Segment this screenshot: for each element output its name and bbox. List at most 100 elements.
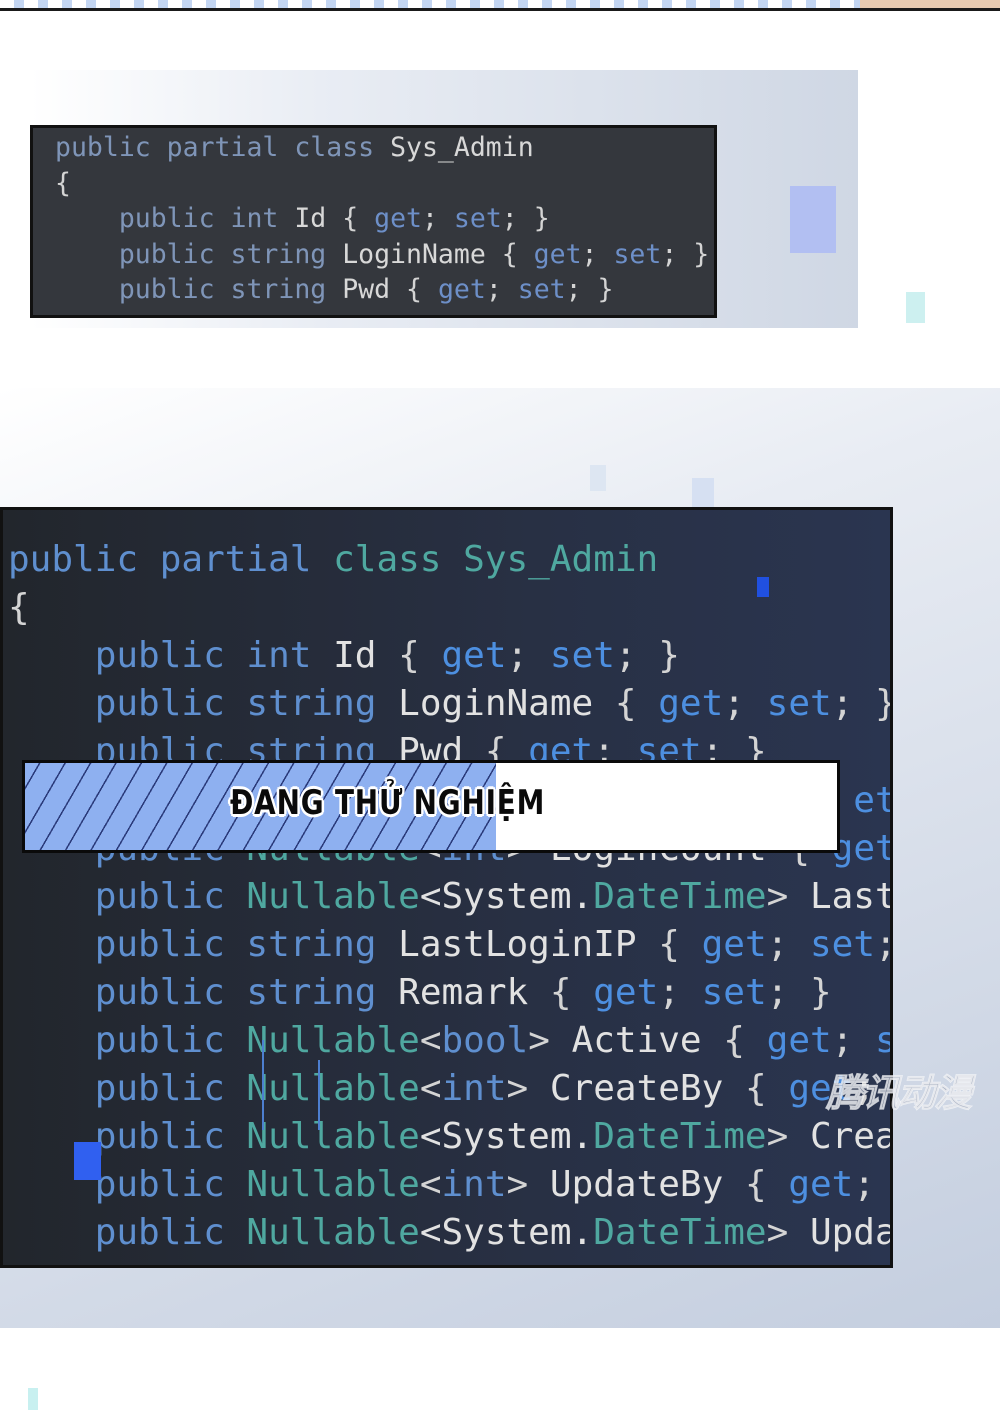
code-line: public Nullable<System.DateTime> Upda bbox=[3, 1209, 890, 1257]
code-token: { bbox=[723, 1020, 767, 1061]
code-line: public string LoginName { get; set; } bbox=[33, 237, 709, 273]
code-token: public int bbox=[55, 203, 295, 234]
publisher-watermark: 腾讯动漫 bbox=[825, 1071, 972, 1116]
code-token: Nullable bbox=[246, 1116, 420, 1158]
code-line: public partial class Sys_Admin bbox=[33, 130, 534, 166]
code-token: int bbox=[441, 1164, 507, 1206]
code-line: public Nullable<int> CreateBy { get; bbox=[3, 1065, 875, 1113]
code-token: get bbox=[831, 827, 893, 869]
code-token: { bbox=[549, 971, 594, 1013]
testing-progress-banner: ĐANG THỬ NGHIỆM bbox=[22, 760, 840, 853]
code-token: ; } bbox=[766, 971, 832, 1013]
code-token: set bbox=[453, 203, 502, 234]
code-token: ; } bbox=[614, 635, 680, 677]
code-token: set bbox=[613, 238, 662, 270]
code-token: ; bbox=[853, 1164, 876, 1206]
glitch-square bbox=[28, 1388, 38, 1410]
code-token: > bbox=[506, 1068, 550, 1110]
code-token: ; } bbox=[661, 238, 710, 270]
code-token: <System. bbox=[419, 1212, 594, 1254]
code-snippet-small: public partial class Sys_Admin{ public i… bbox=[30, 125, 717, 318]
code-token: { bbox=[406, 274, 438, 305]
glitch-square bbox=[757, 577, 769, 597]
glitch-square bbox=[590, 465, 606, 491]
code-line: public Nullable<bool> Active { get; s bbox=[3, 1017, 890, 1065]
code-token: ; bbox=[581, 238, 614, 270]
code-line: public Nullable<System.DateTime> Crea bbox=[3, 1113, 893, 1161]
code-token: ; } bbox=[565, 274, 614, 305]
code-token: get bbox=[374, 203, 422, 234]
top-panel-character-fragment bbox=[860, 0, 1000, 8]
code-token: Crea bbox=[809, 1116, 893, 1158]
code-line: public int Id { get; set; } bbox=[3, 632, 680, 680]
code-token: <System. bbox=[419, 1116, 594, 1158]
code-token: DateTime bbox=[593, 1116, 767, 1158]
code-token: > bbox=[766, 1212, 810, 1254]
code-token: public string bbox=[8, 683, 399, 725]
code-token: > bbox=[506, 1164, 550, 1206]
code-token: Sys_Admin bbox=[463, 539, 659, 580]
code-token: get bbox=[441, 635, 507, 677]
code-token: set bbox=[809, 923, 876, 965]
code-token: public bbox=[8, 1020, 247, 1061]
code-token: get bbox=[437, 274, 486, 305]
code-token: UpdateBy bbox=[549, 1164, 745, 1206]
code-token: Nullable bbox=[246, 1020, 420, 1061]
code-token: LoginName bbox=[398, 683, 615, 725]
code-token: Id bbox=[294, 203, 343, 234]
code-token: public string bbox=[55, 274, 343, 305]
code-token: > bbox=[766, 875, 810, 917]
glitch-square bbox=[790, 186, 836, 253]
code-token: public bbox=[8, 1164, 247, 1206]
code-line: { bbox=[3, 584, 30, 632]
code-token: ; bbox=[875, 924, 890, 965]
code-token: ; bbox=[766, 923, 810, 965]
code-line: { bbox=[33, 166, 71, 202]
code-token: Nullable bbox=[246, 1212, 420, 1254]
code-token: Id bbox=[333, 635, 399, 677]
code-snippet-large: public partial class Sys_Admin { public i… bbox=[0, 507, 893, 1268]
code-token: DateTime bbox=[593, 1212, 767, 1254]
code-token: CreateBy bbox=[549, 1068, 745, 1110]
code-token: { bbox=[501, 238, 534, 270]
code-token: Nullable bbox=[246, 875, 420, 917]
code-token: ; bbox=[485, 274, 518, 305]
code-token: ; } bbox=[501, 203, 550, 234]
code-token: public bbox=[8, 875, 247, 917]
code-token: get bbox=[766, 1020, 832, 1061]
code-token: > bbox=[766, 1116, 810, 1158]
code-token: { bbox=[744, 1164, 789, 1206]
code-token: get bbox=[788, 1164, 854, 1206]
code-token: { bbox=[744, 1068, 789, 1110]
code-line: public string Remark { get; set; } bbox=[3, 969, 832, 1017]
code-token: get bbox=[658, 683, 724, 725]
code-token: DateTime bbox=[593, 875, 767, 917]
code-token: public partial bbox=[8, 539, 334, 580]
code-token: LoginName bbox=[342, 238, 502, 270]
code-token: Pwd bbox=[342, 274, 407, 305]
code-token: ; bbox=[506, 635, 550, 677]
code-token: s bbox=[875, 1020, 890, 1061]
code-token: int bbox=[441, 1068, 507, 1110]
code-token: { bbox=[8, 587, 30, 629]
code-token: < bbox=[419, 1020, 442, 1061]
code-token: Sys_Admin bbox=[390, 132, 534, 163]
banner-title: ĐANG THỬ NGHIỆM bbox=[230, 783, 546, 823]
code-token: set bbox=[766, 683, 832, 725]
code-token: Remark bbox=[398, 971, 550, 1013]
code-token: public string bbox=[8, 971, 399, 1013]
code-token: set bbox=[701, 971, 767, 1013]
code-line: public string Pwd { get; set; } bbox=[33, 272, 614, 308]
code-token: public string bbox=[55, 238, 343, 270]
code-token: public bbox=[8, 1116, 247, 1158]
code-token: ; bbox=[723, 683, 767, 725]
code-token: Nullable bbox=[246, 1164, 420, 1206]
code-token: Active bbox=[571, 1020, 724, 1061]
code-token: public bbox=[8, 1068, 247, 1110]
code-token: class bbox=[333, 539, 464, 580]
glitch-line bbox=[262, 1040, 264, 1130]
code-token: <System. bbox=[419, 875, 594, 917]
code-line: public Nullable<int> UpdateBy { get; bbox=[3, 1161, 875, 1209]
code-token: get bbox=[701, 923, 767, 965]
glitch-line bbox=[318, 1060, 320, 1130]
